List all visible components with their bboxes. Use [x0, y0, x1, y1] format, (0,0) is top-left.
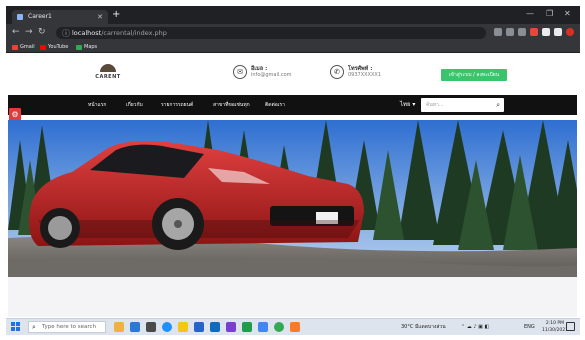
- browser-toolbar: ← → ↻ ⓘ localhost/carrental/index.php: [6, 24, 580, 42]
- new-tab-icon[interactable]: +: [112, 9, 120, 20]
- address-bar[interactable]: ⓘ localhost/carrental/index.php: [56, 27, 486, 39]
- site-logo[interactable]: CARENT: [95, 64, 121, 84]
- url-host: localhost: [72, 29, 102, 37]
- nav-item-branches[interactable]: สาขาที่ขอเช่นทุก: [213, 95, 250, 115]
- windows-start-icon[interactable]: [11, 322, 21, 332]
- reload-icon[interactable]: ↻: [38, 27, 46, 37]
- puzzle-icon[interactable]: [542, 28, 550, 36]
- weather-widget[interactable]: 30°C มีแดดบางส่วน: [401, 322, 446, 332]
- gmail-icon: [12, 45, 18, 50]
- taskbar-search-placeholder: Type here to search: [42, 324, 97, 330]
- file-explorer-icon[interactable]: [178, 322, 188, 332]
- notifications-icon[interactable]: [566, 322, 575, 331]
- browser-tab[interactable]: Career1 ✕: [12, 10, 108, 24]
- os-taskbar: ⌕ Type here to search 30°C มีแดดบางส่วน …: [6, 318, 580, 335]
- close-tab-icon[interactable]: ✕: [97, 10, 103, 24]
- favicon-icon: [17, 14, 23, 20]
- nav-item-home[interactable]: หน้าแรก: [88, 95, 106, 115]
- logo-mark: [100, 64, 116, 72]
- app-icon[interactable]: [130, 322, 140, 332]
- site-header: CARENT ✉ อีเมล : info@gmail.com ✆ โทรศัพ…: [8, 54, 577, 95]
- bookmark-item[interactable]: Gmail: [12, 43, 35, 52]
- profile-avatar[interactable]: [566, 28, 574, 36]
- language-dropdown[interactable]: ไทย ▾: [400, 100, 415, 110]
- maximize-icon[interactable]: ❐: [546, 9, 553, 18]
- back-icon[interactable]: ←: [12, 27, 20, 37]
- store-icon[interactable]: [194, 322, 204, 332]
- hero-image: [8, 120, 577, 277]
- url-path: /carrental/index.php: [101, 29, 167, 37]
- phone-value: 0937XXXXX1: [348, 72, 382, 78]
- phone-icon: ✆: [330, 65, 344, 79]
- forward-icon[interactable]: →: [25, 27, 33, 37]
- hero-banner: [8, 120, 577, 277]
- email-value: info@gmail.com: [251, 72, 292, 78]
- chrome-icon[interactable]: [274, 322, 284, 332]
- xampp-icon[interactable]: [290, 322, 300, 332]
- vscode-icon[interactable]: [242, 322, 252, 332]
- extension-icon[interactable]: [494, 28, 502, 36]
- browser-tab-bar: Career1 ✕ + — ❐ ✕: [6, 6, 580, 24]
- close-window-icon[interactable]: ✕: [564, 9, 571, 18]
- extension-icon[interactable]: [530, 28, 538, 36]
- bookmarks-bar: Gmail YouTube Maps: [6, 42, 580, 53]
- nav-item-about[interactable]: เกี่ยวกับ: [126, 95, 143, 115]
- widgets-icon[interactable]: [114, 322, 124, 332]
- minimize-icon[interactable]: —: [526, 9, 534, 18]
- bookmark-item[interactable]: Maps: [76, 43, 97, 52]
- app-icon[interactable]: [226, 322, 236, 332]
- main-nav: หน้าแรก เกี่ยวกับ รายการรถยนต์ สาขาที่ขอ…: [8, 95, 577, 115]
- screen: Career1 ✕ + — ❐ ✕ ← → ↻ ⓘ localhost/carr…: [0, 0, 585, 340]
- mail-icon[interactable]: [210, 322, 220, 332]
- search-icon: ⌕: [32, 323, 36, 331]
- taskbar-search-input[interactable]: ⌕ Type here to search: [28, 321, 106, 333]
- system-clock[interactable]: 2:10 PM 11/30/2021: [542, 320, 568, 334]
- search-icon[interactable]: ⌕: [496, 98, 500, 112]
- maps-icon: [76, 45, 82, 50]
- app-icon[interactable]: [258, 322, 268, 332]
- logo-text: CARENT: [95, 74, 121, 80]
- bookmark-item[interactable]: YouTube: [40, 43, 68, 52]
- info-icon: ⓘ: [62, 29, 70, 38]
- tray-icons[interactable]: ⌃ ☁ ♪ ▣ ◧: [461, 322, 489, 332]
- clock-time: 2:10 PM: [545, 321, 565, 326]
- language-indicator[interactable]: ENG: [524, 322, 535, 332]
- nav-item-contact[interactable]: ติดต่อเรา: [265, 95, 285, 115]
- nav-item-cars[interactable]: รายการรถยนต์: [161, 95, 193, 115]
- tab-title: Career1: [28, 13, 52, 20]
- sidebar-icon[interactable]: [554, 28, 562, 36]
- clock-date: 11/30/2021: [542, 328, 568, 333]
- extension-icon[interactable]: [506, 28, 514, 36]
- login-register-button[interactable]: เข้าสู่ระบบ / ลงทะเบียน: [441, 69, 507, 81]
- page-content: [8, 277, 577, 317]
- extension-icon[interactable]: [518, 28, 526, 36]
- search-input[interactable]: ค้นหา... ⌕: [421, 98, 504, 112]
- edge-icon[interactable]: [162, 322, 172, 332]
- search-placeholder: ค้นหา...: [426, 102, 444, 108]
- mail-icon: ✉: [233, 65, 247, 79]
- task-view-icon[interactable]: [146, 322, 156, 332]
- youtube-icon: [40, 45, 46, 50]
